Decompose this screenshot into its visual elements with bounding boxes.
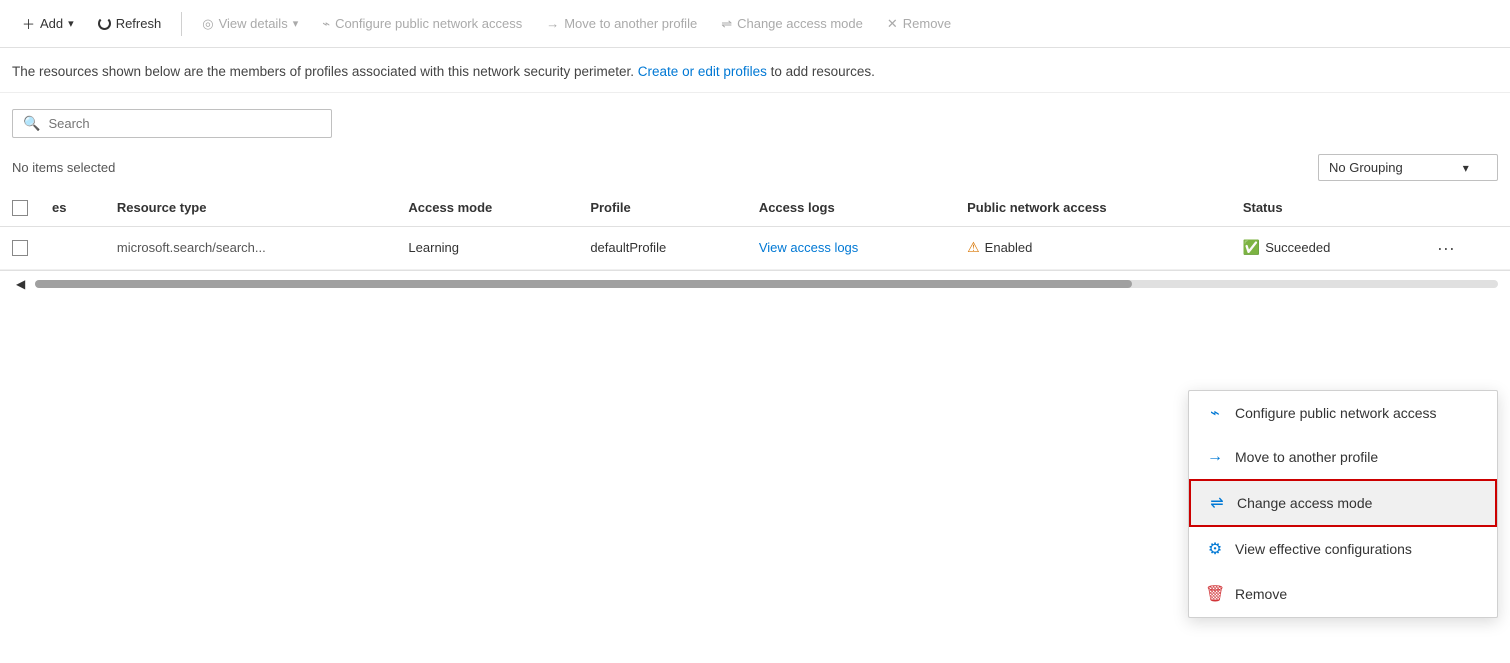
add-chevron-icon: ▾ [68, 17, 74, 30]
row-es [40, 226, 105, 269]
view-access-logs-link[interactable]: View access logs [759, 240, 858, 255]
grouping-label: No Grouping [1329, 160, 1403, 175]
context-menu-move[interactable]: → Move to another profile [1189, 436, 1497, 479]
context-menu-change-access[interactable]: ⇌ Change access mode [1189, 479, 1497, 527]
scroll-thumb [35, 280, 1132, 288]
col-public-network: Public network access [955, 189, 1231, 226]
row-public-network: ⚠ Enabled [955, 226, 1231, 269]
search-input[interactable] [48, 116, 321, 131]
row-more-actions: ··· [1419, 226, 1510, 269]
remove-trash-icon: 🗑 [1205, 584, 1225, 604]
success-icon: ✅ [1243, 239, 1260, 256]
search-bar-area: 🔍 [0, 93, 1510, 148]
create-edit-profiles-link[interactable]: Create or edit profiles [638, 64, 767, 79]
header-checkbox[interactable] [12, 200, 28, 216]
selection-row: No items selected No Grouping ▾ [0, 148, 1510, 189]
grouping-chevron-icon: ▾ [1463, 161, 1469, 175]
change-access-button[interactable]: ⇌ Change access mode [711, 10, 873, 38]
row-access-mode: Learning [396, 226, 578, 269]
move-icon: → [546, 16, 559, 31]
context-menu-view-effective[interactable]: ⚙ View effective configurations [1189, 527, 1497, 572]
remove-button[interactable]: ✕ Remove [877, 10, 961, 38]
row-checkbox-cell [0, 226, 40, 269]
change-access-mode-icon: ⇌ [1207, 493, 1227, 513]
info-text-before: The resources shown below are the member… [12, 64, 634, 79]
warning-icon: ⚠ [967, 239, 980, 256]
row-resource-type: microsoft.search/search... [105, 226, 397, 269]
row-access-logs: View access logs [747, 226, 955, 269]
view-details-button[interactable]: ◎ View details ▾ [192, 10, 308, 38]
col-checkbox [0, 189, 40, 226]
grouping-dropdown[interactable]: No Grouping ▾ [1318, 154, 1498, 181]
refresh-button[interactable]: Refresh [88, 10, 172, 37]
col-resource-type: Resource type [105, 189, 397, 226]
info-bar: The resources shown below are the member… [0, 48, 1510, 93]
table-container: es Resource type Access mode Profile Acc… [0, 189, 1510, 297]
context-menu-remove[interactable]: 🗑 Remove [1189, 572, 1497, 617]
scroll-left-button[interactable]: ◀ [12, 275, 29, 293]
col-access-logs: Access logs [747, 189, 955, 226]
row-profile: defaultProfile [578, 226, 747, 269]
change-access-icon: ⇌ [721, 16, 732, 32]
col-access-mode: Access mode [396, 189, 578, 226]
search-icon: 🔍 [23, 115, 40, 132]
table-header-row: es Resource type Access mode Profile Acc… [0, 189, 1510, 226]
col-actions [1419, 189, 1510, 226]
context-menu-configure[interactable]: ⌁ Configure public network access [1189, 391, 1497, 436]
configure-public-icon: ⌁ [1205, 403, 1225, 423]
more-actions-button[interactable]: ··· [1431, 237, 1461, 259]
scroll-row: ◀ [0, 270, 1510, 297]
toolbar: ＋ Add ▾ Refresh ◎ View details ▾ ⌁ Confi… [0, 0, 1510, 48]
add-icon: ＋ [22, 14, 35, 33]
remove-icon: ✕ [887, 16, 898, 32]
context-menu: ⌁ Configure public network access → Move… [1188, 390, 1498, 618]
scroll-track [35, 280, 1498, 288]
view-details-chevron-icon: ▾ [293, 17, 299, 30]
configure-icon: ⌁ [322, 16, 330, 32]
col-status: Status [1231, 189, 1419, 226]
move-button[interactable]: → Move to another profile [536, 10, 707, 37]
refresh-icon [98, 17, 111, 30]
info-text-after: to add resources. [771, 64, 875, 79]
col-es: es [40, 189, 105, 226]
add-button[interactable]: ＋ Add ▾ [12, 8, 84, 39]
view-details-icon: ◎ [202, 16, 213, 32]
configure-button[interactable]: ⌁ Configure public network access [312, 10, 532, 38]
search-box: 🔍 [12, 109, 332, 138]
row-status: ✅ Succeeded [1231, 226, 1419, 269]
col-profile: Profile [578, 189, 747, 226]
view-effective-icon: ⚙ [1205, 539, 1225, 559]
no-items-label: No items selected [12, 160, 115, 175]
row-checkbox[interactable] [12, 240, 28, 256]
toolbar-divider [181, 12, 182, 36]
table-row: microsoft.search/search... Learning defa… [0, 226, 1510, 269]
move-profile-icon: → [1205, 448, 1225, 466]
resources-table: es Resource type Access mode Profile Acc… [0, 189, 1510, 270]
